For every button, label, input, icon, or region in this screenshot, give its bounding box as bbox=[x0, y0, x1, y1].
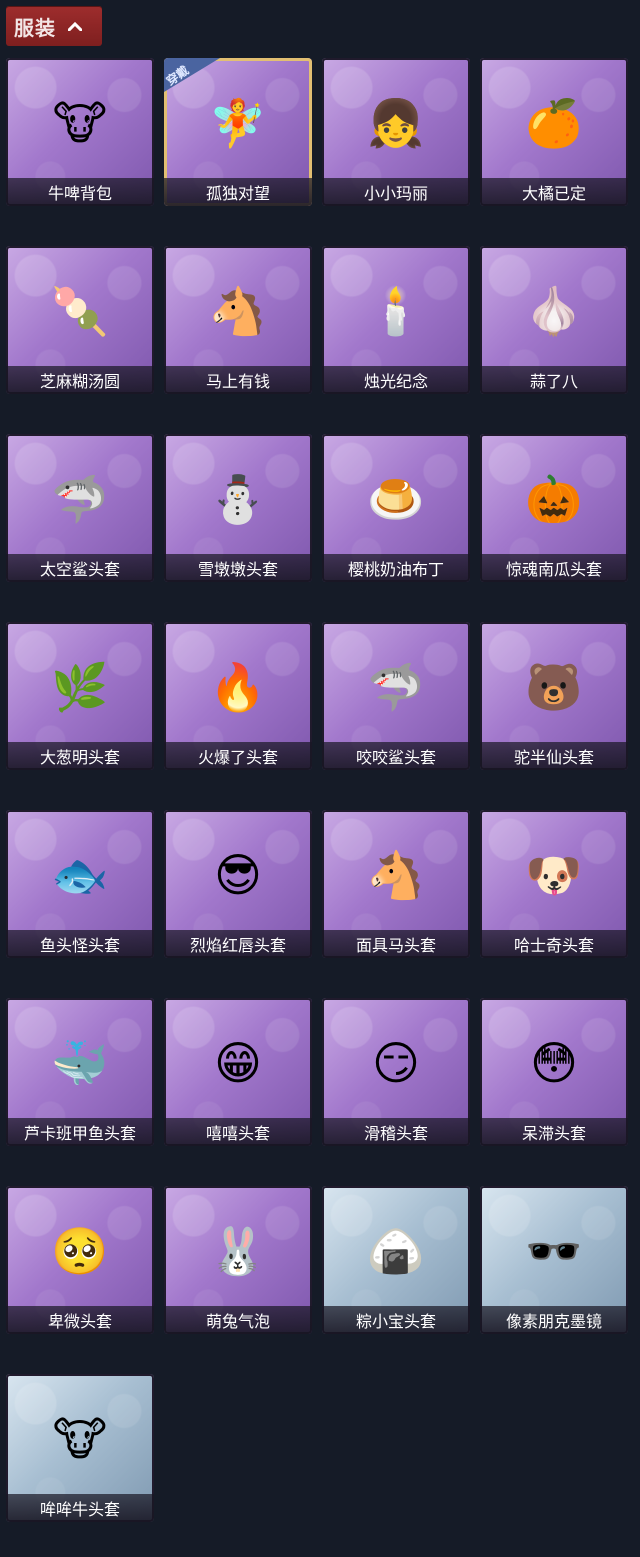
costume-icon: 🦈 bbox=[367, 661, 425, 714]
costume-label: 樱桃奶油布丁 bbox=[322, 554, 470, 582]
costume-card[interactable]: 😎 烈焰红唇头套 bbox=[164, 810, 312, 958]
costume-icon: 🥺 bbox=[51, 1225, 109, 1278]
costume-label: 滑稽头套 bbox=[322, 1118, 470, 1146]
costume-card[interactable]: 🕶️ 像素朋克墨镜 bbox=[480, 1186, 628, 1334]
costume-label: 小小玛丽 bbox=[322, 178, 470, 206]
costume-label: 雪墩墩头套 bbox=[164, 554, 312, 582]
costume-card[interactable]: 🐻 驼半仙头套 bbox=[480, 622, 628, 770]
costume-label: 嘻嘻头套 bbox=[164, 1118, 312, 1146]
costume-label: 咬咬鲨头套 bbox=[322, 742, 470, 770]
costume-icon: 🍊 bbox=[525, 97, 583, 150]
costume-label: 面具马头套 bbox=[322, 930, 470, 958]
costume-icon: 🐶 bbox=[525, 849, 583, 902]
costume-label: 惊魂南瓜头套 bbox=[480, 554, 628, 582]
costume-icon: 🐟 bbox=[51, 849, 109, 902]
costume-card[interactable]: 🐮 哞哞牛头套 bbox=[6, 1374, 154, 1522]
costume-icon: 🕶️ bbox=[525, 1225, 583, 1278]
costume-icon: ⛄ bbox=[209, 473, 267, 526]
costume-label: 太空鲨头套 bbox=[6, 554, 154, 582]
costume-label: 烈焰红唇头套 bbox=[164, 930, 312, 958]
costume-card[interactable]: 🥺 卑微头套 bbox=[6, 1186, 154, 1334]
costume-card[interactable]: 🐶 哈士奇头套 bbox=[480, 810, 628, 958]
costume-icon: 🐮 bbox=[52, 97, 108, 150]
costume-icon: 🎃 bbox=[525, 473, 583, 526]
costume-icon: 🐴 bbox=[209, 285, 267, 338]
category-title: 服装 bbox=[14, 17, 56, 40]
costume-card[interactable]: 🐴 面具马头套 bbox=[322, 810, 470, 958]
costume-card[interactable]: 🐰 萌兔气泡 bbox=[164, 1186, 312, 1334]
costume-icon: 😁 bbox=[214, 1037, 262, 1090]
costume-label: 哞哞牛头套 bbox=[6, 1494, 154, 1522]
costume-icon: 🐳 bbox=[51, 1037, 109, 1090]
chevron-up-icon[interactable] bbox=[64, 15, 86, 37]
costume-card[interactable]: 🍡 芝麻糊汤圆 bbox=[6, 246, 154, 394]
costume-icon: 🍙 bbox=[367, 1225, 425, 1278]
costume-icon: 🕯️ bbox=[367, 285, 425, 338]
category-header[interactable]: 服装 bbox=[6, 6, 102, 46]
costume-icon: 😳 bbox=[530, 1037, 578, 1090]
costume-label: 大葱明头套 bbox=[6, 742, 154, 770]
costume-icon: 😏 bbox=[372, 1037, 420, 1090]
costume-card[interactable]: 🐳 芦卡班甲鱼头套 bbox=[6, 998, 154, 1146]
costume-icon: 🍮 bbox=[367, 473, 425, 526]
costume-card[interactable]: 🍊 大橘已定 bbox=[480, 58, 628, 206]
costume-card[interactable]: 😏 滑稽头套 bbox=[322, 998, 470, 1146]
costume-icon: 🐴 bbox=[367, 849, 425, 902]
costume-card[interactable]: 穿戴 🧚 孤独对望 bbox=[164, 58, 312, 206]
costume-icon: 🐰 bbox=[209, 1225, 267, 1278]
costume-card[interactable]: 😁 嘻嘻头套 bbox=[164, 998, 312, 1146]
costume-icon: 🦈 bbox=[51, 473, 109, 526]
costume-label: 烛光纪念 bbox=[322, 366, 470, 394]
costume-card[interactable]: ⛄ 雪墩墩头套 bbox=[164, 434, 312, 582]
equipped-badge-label: 穿戴 bbox=[164, 63, 192, 89]
costume-card[interactable]: 🦈 咬咬鲨头套 bbox=[322, 622, 470, 770]
costume-card[interactable]: 🔥 火爆了头套 bbox=[164, 622, 312, 770]
costume-label: 像素朋克墨镜 bbox=[480, 1306, 628, 1334]
costume-card[interactable]: 🍙 粽小宝头套 bbox=[322, 1186, 470, 1334]
costume-icon: 😎 bbox=[214, 849, 262, 902]
costume-card[interactable]: 😳 呆滞头套 bbox=[480, 998, 628, 1146]
costume-label: 牛啤背包 bbox=[6, 178, 154, 206]
costume-label: 芦卡班甲鱼头套 bbox=[6, 1118, 154, 1146]
costume-grid: 🐮 牛啤背包 穿戴 🧚 孤独对望 👧 小小玛丽 🍊 大橘已定 🍡 芝麻糊汤圆 🐴 马上有钱 🕯️ 烛光纪念 🧄… bbox=[6, 58, 628, 1522]
costume-card[interactable]: 🐮 牛啤背包 bbox=[6, 58, 154, 206]
costume-label: 蒜了八 bbox=[480, 366, 628, 394]
costume-label: 呆滞头套 bbox=[480, 1118, 628, 1146]
costume-label: 大橘已定 bbox=[480, 178, 628, 206]
costume-label: 驼半仙头套 bbox=[480, 742, 628, 770]
costume-icon: 🧄 bbox=[525, 285, 583, 338]
costume-card[interactable]: 🐟 鱼头怪头套 bbox=[6, 810, 154, 958]
costume-icon: 🍡 bbox=[51, 285, 109, 338]
costume-label: 火爆了头套 bbox=[164, 742, 312, 770]
costume-icon: 🐻 bbox=[525, 661, 583, 714]
costume-label: 孤独对望 bbox=[164, 178, 312, 206]
costume-icon: 🌿 bbox=[51, 661, 109, 714]
costume-label: 马上有钱 bbox=[164, 366, 312, 394]
costume-card[interactable]: 🍮 樱桃奶油布丁 bbox=[322, 434, 470, 582]
equipped-badge: 穿戴 bbox=[164, 58, 220, 92]
costume-card[interactable]: 🎃 惊魂南瓜头套 bbox=[480, 434, 628, 582]
costume-label: 卑微头套 bbox=[6, 1306, 154, 1334]
costume-label: 哈士奇头套 bbox=[480, 930, 628, 958]
costume-icon: 🔥 bbox=[209, 661, 267, 714]
costume-card[interactable]: 🦈 太空鲨头套 bbox=[6, 434, 154, 582]
costume-icon: 👧 bbox=[367, 97, 425, 150]
costume-label: 鱼头怪头套 bbox=[6, 930, 154, 958]
costume-card[interactable]: 🐴 马上有钱 bbox=[164, 246, 312, 394]
costume-label: 芝麻糊汤圆 bbox=[6, 366, 154, 394]
costume-card[interactable]: 🧄 蒜了八 bbox=[480, 246, 628, 394]
costume-label: 萌兔气泡 bbox=[164, 1306, 312, 1334]
costume-icon: 🐮 bbox=[52, 1413, 108, 1466]
costume-card[interactable]: 🌿 大葱明头套 bbox=[6, 622, 154, 770]
costume-card[interactable]: 👧 小小玛丽 bbox=[322, 58, 470, 206]
costume-icon: 🧚 bbox=[209, 97, 267, 150]
costume-label: 粽小宝头套 bbox=[322, 1306, 470, 1334]
costume-card[interactable]: 🕯️ 烛光纪念 bbox=[322, 246, 470, 394]
